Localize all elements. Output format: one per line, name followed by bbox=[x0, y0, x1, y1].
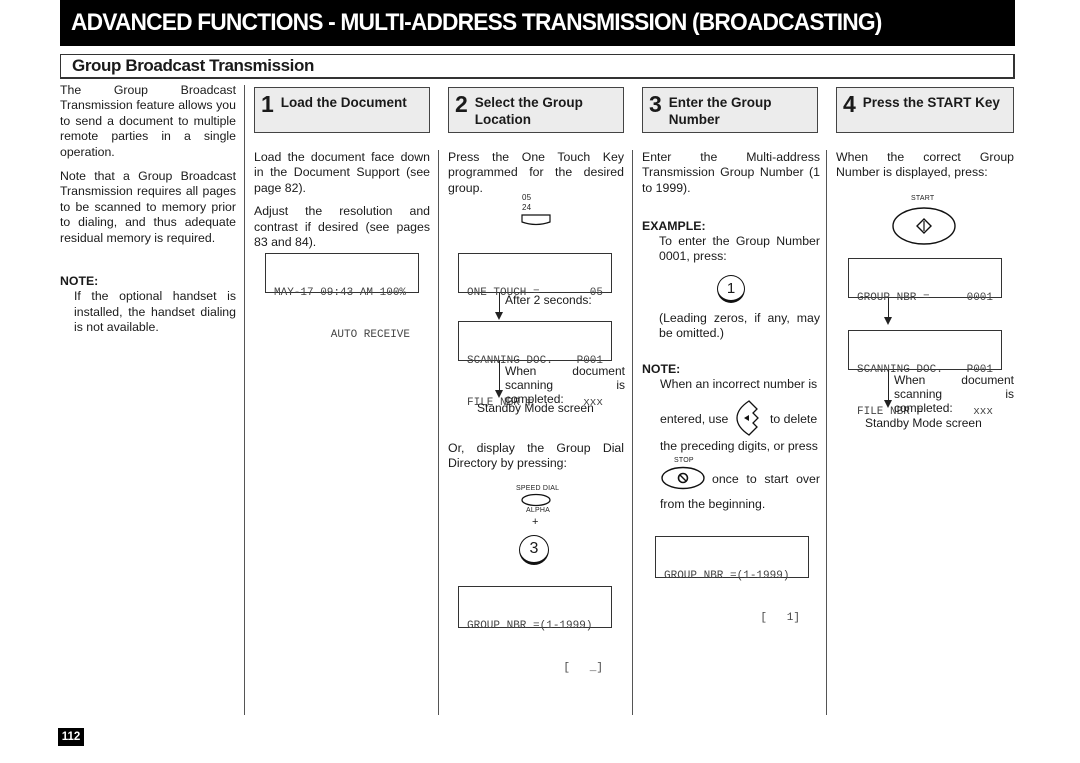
step-2-caption-after-2-seconds: After 2 seconds: bbox=[505, 293, 592, 307]
step-3-note-line-4: once to start over bbox=[712, 472, 820, 486]
example-heading: EXAMPLE: bbox=[642, 219, 706, 233]
step-3-title: Enter the Group Number bbox=[668, 95, 772, 127]
lcd-line: AUTO RECEIVE bbox=[330, 329, 410, 341]
stop-label: STOP bbox=[674, 457, 694, 464]
step-2-lcd-scanning: SCANNING DOC. P001 FILE NBR = xxx bbox=[458, 321, 612, 409]
page-title: ADVANCED FUNCTIONS - MULTI-ADDRESS TRANS… bbox=[71, 9, 882, 36]
flow-arrow-head bbox=[495, 312, 503, 320]
page-number: 112 bbox=[58, 728, 84, 746]
step-3-note-line-5: from the beginning. bbox=[660, 497, 766, 511]
column-divider bbox=[826, 150, 827, 715]
step-4-lcd-group-nbr: GROUP NBR =0001 COLORADO GRP bbox=[848, 258, 1002, 346]
start-label: START bbox=[911, 195, 935, 202]
step-1-body: Load the document face down in the Docum… bbox=[254, 150, 430, 250]
step-2-caption-scan-complete: When document scanning is completed: bbox=[505, 364, 625, 406]
column-divider bbox=[632, 150, 633, 715]
step-2-standby-text: Standby Mode screen bbox=[477, 401, 594, 415]
flow-arrow-line bbox=[888, 370, 889, 401]
page-title-bar: ADVANCED FUNCTIONS - MULTI-ADDRESS TRANS… bbox=[60, 0, 1015, 46]
step-4-title: Press the START Key bbox=[862, 95, 1000, 110]
plus-sign: + bbox=[532, 516, 539, 528]
stop-key-icon[interactable] bbox=[660, 466, 706, 492]
flow-arrow-head bbox=[884, 400, 892, 408]
step-3-paragraph-1: Enter the Multi-address Transmission Gro… bbox=[642, 150, 820, 195]
intro-note-text: If the optional handset is installed, th… bbox=[74, 289, 236, 335]
lcd-value: 05 bbox=[589, 287, 603, 299]
flow-arrow-head bbox=[495, 390, 503, 398]
step-2-header: 2 Select the Group Location bbox=[448, 87, 624, 133]
step-1-header: 1 Load the Document bbox=[254, 87, 430, 133]
step-2-paragraph-1: Press the One Touch Key programmed for t… bbox=[448, 150, 624, 195]
step-3-header: 3 Enter the Group Number bbox=[642, 87, 818, 133]
step-4-number: 4 bbox=[843, 91, 856, 117]
step-3-number: 3 bbox=[649, 91, 662, 117]
intro-paragraph-2: Note that a Group Broadcast Transmission… bbox=[60, 169, 236, 245]
step-2-lcd-group-nbr: GROUP NBR =(1-1999) [ _] bbox=[458, 586, 612, 674]
one-touch-key-label-top: 05 bbox=[522, 193, 532, 202]
lcd-value: 0001 bbox=[966, 292, 993, 304]
flow-arrow-line bbox=[888, 298, 889, 318]
flow-arrow-line bbox=[499, 361, 500, 391]
step-4-standby-text: Standby Mode screen bbox=[865, 416, 982, 430]
alpha-label: ALPHA bbox=[526, 507, 550, 514]
intro-note-heading: NOTE: bbox=[60, 274, 99, 289]
one-touch-key-icon[interactable] bbox=[521, 213, 551, 227]
lcd-line: MAY-17 09:43 AM 100% bbox=[274, 287, 407, 299]
step-3-note-heading: NOTE: bbox=[642, 362, 681, 376]
speed-dial-label: SPEED DIAL bbox=[516, 485, 560, 492]
lcd-line: [ _] bbox=[563, 662, 603, 674]
step-4-caption-scan-complete: When document scanning is completed: bbox=[894, 373, 1014, 415]
example-text: To enter the Group Number 0001, press: bbox=[659, 234, 820, 264]
intro-column: The Group Broadcast Transmission feature… bbox=[60, 83, 236, 336]
lcd-line: GROUP NBR = bbox=[857, 292, 930, 304]
step-1-number: 1 bbox=[261, 91, 274, 117]
leading-zeros-text: (Leading zeros, if any, may be omitted.) bbox=[659, 311, 820, 341]
step-1-paragraph-1: Load the document face down in the Docum… bbox=[254, 150, 430, 195]
step-2-title: Select the Group Location bbox=[474, 95, 583, 127]
step-1-title: Load the Document bbox=[280, 95, 407, 110]
step-3-note-line-2b: to delete bbox=[770, 412, 818, 426]
lcd-line: GROUP NBR =(1-1999) bbox=[664, 570, 790, 582]
speed-dial-key-icon[interactable] bbox=[520, 493, 552, 507]
step-3-note-line-3: the preceding digits, or press bbox=[660, 439, 818, 453]
column-divider bbox=[438, 150, 439, 715]
step-3-lcd-group-nbr: GROUP NBR =(1-1999) [ 1] bbox=[655, 536, 809, 624]
intro-paragraph-1: The Group Broadcast Transmission feature… bbox=[60, 83, 236, 159]
column-divider bbox=[244, 85, 245, 715]
step-4-header: 4 Press the START Key bbox=[836, 87, 1014, 133]
flow-arrow-head bbox=[884, 317, 892, 325]
step-1-lcd-display: MAY-17 09:43 AM 100% AUTO RECEIVE bbox=[265, 253, 419, 341]
step-1-paragraph-2: Adjust the resolution and contrast if de… bbox=[254, 204, 430, 250]
section-heading-box: Group Broadcast Transmission bbox=[60, 54, 1015, 79]
step-3-note-line-1: When an incorrect number is bbox=[660, 377, 818, 391]
lcd-line: GROUP NBR =(1-1999) bbox=[467, 620, 593, 632]
step-4-paragraph-1: When the correct Group Number is display… bbox=[836, 150, 1014, 180]
step-3-note-line-2a: entered, use bbox=[660, 412, 729, 426]
lcd-line: [ 1] bbox=[760, 612, 800, 624]
step-2-number: 2 bbox=[455, 91, 468, 117]
section-title: Group Broadcast Transmission bbox=[72, 56, 314, 75]
one-touch-key-label-bottom: 24 bbox=[522, 203, 532, 212]
step-4-lcd-scanning: SCANNING DOC. P001 FILE NBR = xxx bbox=[848, 330, 1002, 418]
step-2-paragraph-2: Or, display the Group Dial Directory by … bbox=[448, 441, 624, 471]
flow-arrow-line bbox=[499, 293, 500, 313]
digit-key-3[interactable]: 3 bbox=[519, 535, 549, 565]
digit-key-1[interactable]: 1 bbox=[717, 275, 745, 303]
start-key-icon[interactable] bbox=[891, 205, 957, 247]
back-delete-key-icon[interactable] bbox=[735, 399, 767, 437]
step-2-lcd-one-touch: ONE TOUCH =05 COLORADO GRP bbox=[458, 253, 612, 341]
